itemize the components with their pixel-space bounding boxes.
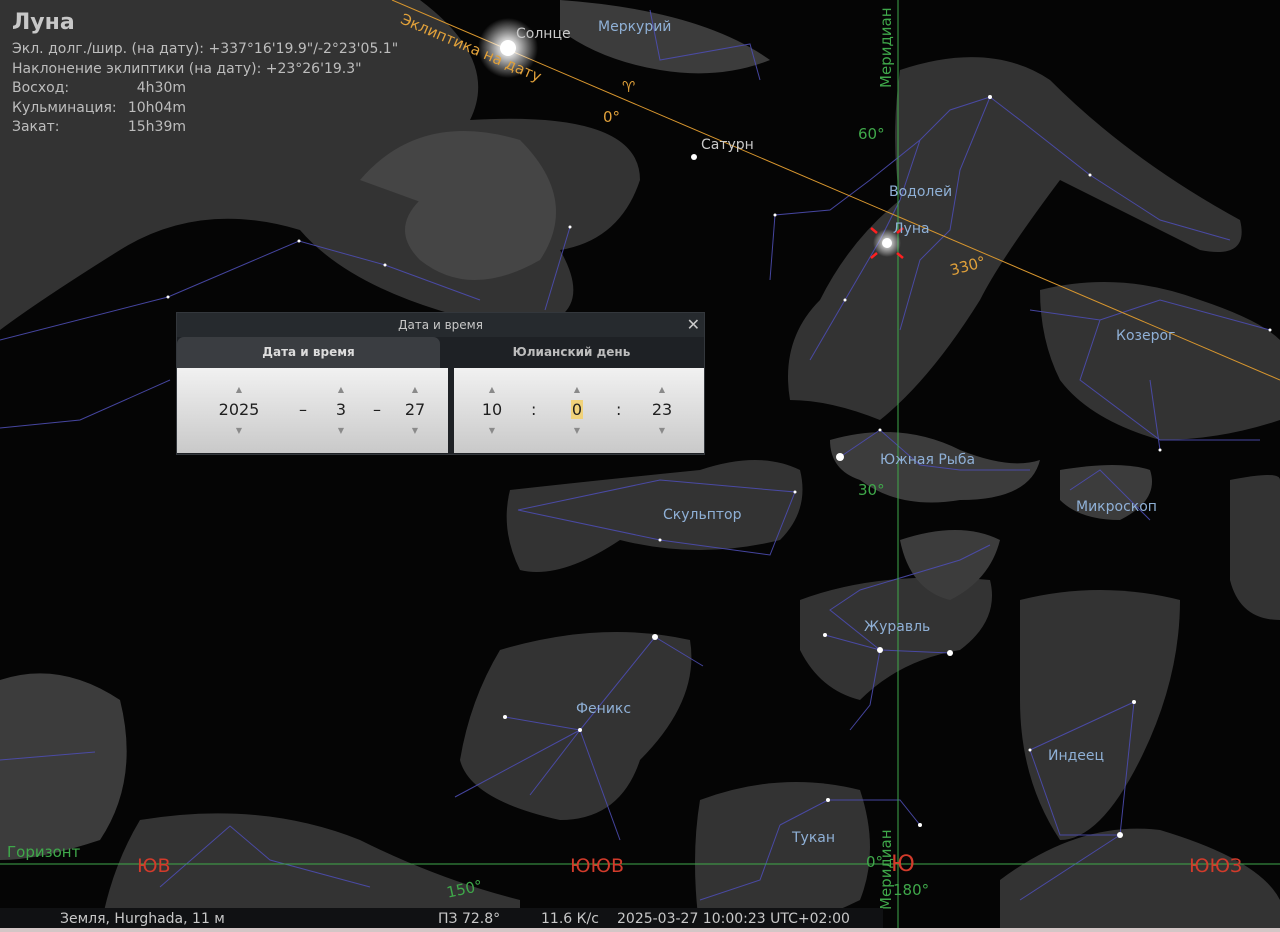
object-info-panel: Луна Экл. долг./шир. (на дату): +337°16'… [12,8,398,138]
meridian-30-label: 30° [858,481,885,499]
dialog-panels: ▲ 2025 ▼ – ▲ 3 ▼ – ▲ 27 ▼ ▲ 10 ▼ : ▲ 0 ▼… [177,368,704,453]
minute-value[interactable]: 0 [547,400,607,419]
second-value[interactable]: 23 [632,400,692,419]
status-location: Земля, Hurghada, 11 м [60,911,225,927]
ecliptic-0-label: 0° [603,108,621,126]
set-value: 15h39m [127,119,186,135]
hour-up-icon[interactable]: ▲ [462,385,522,394]
rise-row: Восход: 4h30m [12,79,398,99]
minute-value-text: 0 [570,400,584,419]
minute-spinner[interactable]: ▲ 0 ▼ [547,368,607,453]
hour-spinner[interactable]: ▲ 10 ▼ [462,368,522,453]
hour-value[interactable]: 10 [462,400,522,419]
microscopium-label[interactable]: Микроскоп [1076,499,1157,515]
horizon-180-label: 180° [893,881,930,899]
moon-label[interactable]: Луна [893,221,930,237]
rise-label: Восход: [12,80,70,96]
object-name: Луна [12,10,75,35]
minute-up-icon[interactable]: ▲ [547,385,607,394]
capricorn-label[interactable]: Козерог [1116,328,1175,344]
close-icon[interactable]: ✕ [687,313,700,337]
second-spinner[interactable]: ▲ 23 ▼ [632,368,692,453]
cardinal-sse: ЮВ [137,855,171,877]
hour-down-icon[interactable]: ▼ [462,426,522,435]
month-up-icon[interactable]: ▲ [311,385,371,394]
saturn-label[interactable]: Сатурн [701,137,754,153]
day-value[interactable]: 27 [385,400,445,419]
month-down-icon[interactable]: ▼ [311,426,371,435]
date-time-dialog: Дата и время ✕ Дата и время Юлианский де… [176,312,705,455]
month-spinner[interactable]: ▲ 3 ▼ [311,368,371,453]
cardinal-ssw: ЮЮЗ [1189,855,1243,877]
second-down-icon[interactable]: ▼ [632,426,692,435]
aquarius-label[interactable]: Водолей [889,184,952,200]
window-bottom-border [0,928,1280,932]
year-spinner[interactable]: ▲ 2025 ▼ [209,368,269,453]
sculptor-label[interactable]: Скульптор [663,507,741,523]
date-separator: – [299,400,307,419]
culmination-value: 10h04m [127,99,186,116]
status-fps: 11.6 К/с [541,911,599,927]
phoenix-label[interactable]: Феникс [576,701,631,717]
year-up-icon[interactable]: ▲ [209,385,269,394]
culmination-label: Кульминация: [12,99,117,116]
second-up-icon[interactable]: ▲ [632,385,692,394]
date-panel: ▲ 2025 ▼ – ▲ 3 ▼ – ▲ 27 ▼ [177,368,448,453]
day-spinner[interactable]: ▲ 27 ▼ [385,368,445,453]
set-row: Закат: 15h39m [12,118,398,138]
sky-view[interactable] [0,0,1280,932]
year-down-icon[interactable]: ▼ [209,426,269,435]
status-fov: ПЗ 72.8° [438,911,501,927]
horizon-label: Горизонт [7,843,81,861]
date-separator: – [373,400,381,419]
dialog-header[interactable]: Дата и время ✕ [177,313,704,337]
cardinal-ssse: ЮЮВ [570,855,625,877]
dialog-tabs: Дата и время Юлианский день [177,337,704,368]
time-separator: : [616,400,622,419]
piscis-austrinus-label[interactable]: Южная Рыба [880,452,975,468]
tucana-label[interactable]: Тукан [792,830,835,846]
mercury-label[interactable]: Меркурий [598,19,671,35]
rise-value: 4h30m [136,80,186,96]
status-datetime: 2025-03-27 10:00:23 UTC+02:00 [617,911,850,927]
minute-down-icon[interactable]: ▼ [547,426,607,435]
ecliptic-tilt: Наклонение эклиптики (на дату): +23°26'1… [12,60,362,77]
time-separator: : [531,400,537,419]
sun-label[interactable]: Солнце [516,26,571,42]
constellation-art [0,0,1280,932]
year-value[interactable]: 2025 [209,400,269,419]
indus-label[interactable]: Индеец [1048,748,1104,764]
grus-label[interactable]: Журавль [864,619,930,635]
tab-julian-day[interactable]: Юлианский день [440,337,703,368]
culmination-row: Кульминация: 10h04m [12,99,398,119]
day-up-icon[interactable]: ▲ [385,385,445,394]
dialog-title: Дата и время [398,318,483,332]
month-value[interactable]: 3 [311,400,371,419]
aries-symbol: ♈ [622,78,636,96]
tab-date-time[interactable]: Дата и время [177,337,440,368]
set-label: Закат: [12,119,60,135]
meridian-label-top: Меридиан [877,7,895,88]
time-panel: ▲ 10 ▼ : ▲ 0 ▼ : ▲ 23 ▼ [454,368,704,453]
day-down-icon[interactable]: ▼ [385,426,445,435]
meridian-60-label: 60° [858,125,885,143]
ecliptic-coordinates: Экл. долг./шир. (на дату): +337°16'19.9"… [12,41,399,57]
